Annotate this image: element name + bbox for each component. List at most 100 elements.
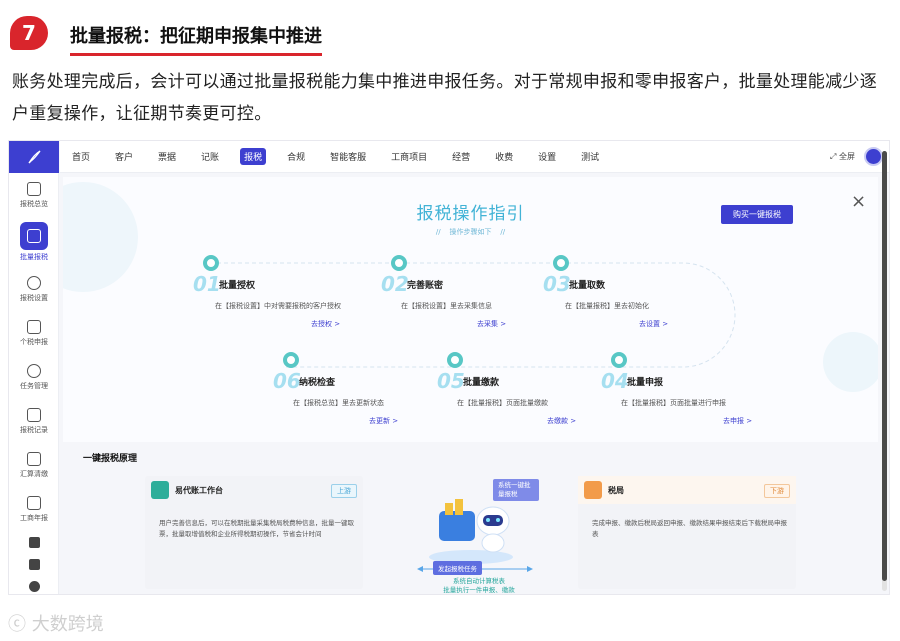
tax-bureau-icon	[584, 481, 602, 499]
sidebar-item-batch-tax[interactable]: 批量报税	[9, 217, 59, 267]
step-number: 05	[437, 369, 465, 393]
feather-logo-icon	[151, 481, 169, 499]
buy-one-click-button[interactable]: 购买一键报税	[721, 205, 793, 224]
report-icon	[27, 495, 41, 510]
step-description: 在【批量报税】里去初始化	[565, 302, 649, 310]
sidebar-extra-3[interactable]	[9, 575, 59, 594]
sidebar-item-label: 汇算清缴	[20, 469, 48, 478]
section-body: 账务处理完成后，会计可以通过批量报税能力集中推进申报任务。对于常规申报和零申报客…	[12, 72, 877, 124]
step-title: 纳税检查	[299, 378, 336, 388]
sidebar-item-tax-settings[interactable]: 报税设置	[9, 267, 59, 311]
vertical-scrollbar[interactable]	[882, 151, 887, 591]
nav-home[interactable]: 首页	[68, 148, 94, 165]
sidebar-extra-1[interactable]	[9, 531, 59, 553]
sidebar-item-annual-report[interactable]: 工商年报	[9, 487, 59, 531]
upstream-tag: 上游	[331, 484, 357, 498]
nav-settings[interactable]: 设置	[534, 148, 560, 165]
sidebar-item-label: 报税总览	[20, 199, 48, 208]
step-number: 02	[381, 272, 409, 296]
card-header: 税局 下游	[578, 476, 796, 504]
sidebar-item-label: 报税设置	[20, 293, 48, 302]
sidebar-item-task-management[interactable]: 任务管理	[9, 355, 59, 399]
grid-icon	[27, 451, 41, 466]
section-title: 批量报税：把征期申报集中推进	[70, 22, 322, 56]
nav-customers[interactable]: 客户	[111, 148, 137, 165]
nav-operations[interactable]: 经营	[448, 148, 474, 165]
step-link[interactable]: 去授权 >	[311, 319, 340, 329]
step-number: 03	[543, 272, 571, 296]
tax-guide-panel: 报税操作指引 // 操作步骤如下 // 购买一键报税 × 01 批量授权 在【报…	[63, 177, 878, 442]
watermark-text: 大数跨境	[31, 614, 104, 635]
gear-icon	[27, 275, 41, 290]
step-description: 在【报税设置】里去采集信息	[401, 302, 492, 310]
share-icon	[27, 363, 41, 378]
step-number: 04	[601, 369, 629, 393]
sidebar-item-annual-settlement[interactable]: 汇算清缴	[9, 443, 59, 487]
step-node	[553, 255, 569, 271]
watermark: ⓒ 大数跨境	[8, 610, 104, 636]
step-description: 在【报税总览】里去更新状态	[293, 399, 384, 407]
step-link[interactable]: 去设置 >	[639, 319, 668, 329]
step-title: 完善账密	[407, 281, 444, 291]
nav-smart-service[interactable]: 智能客服	[326, 148, 370, 165]
robot-illustration: 系统一键批量报税 发起报税任务 系统自动计算税表 批量执行一件申报、缴款	[399, 471, 559, 594]
flow-text-2: 批量执行一件申报、缴款	[443, 586, 515, 594]
nav-billing[interactable]: 收费	[491, 148, 517, 165]
app-icon	[28, 536, 40, 548]
step-number: 06	[273, 369, 301, 393]
nav-bookkeeping[interactable]: 记账	[197, 148, 223, 165]
overview-icon	[27, 181, 41, 196]
close-icon[interactable]: ×	[851, 191, 866, 212]
article-header: 7 批量报税：把征期申报集中推进 账务处理完成后，会计可以通过批量报税能力集中推…	[0, 0, 900, 140]
monitor-icon	[28, 558, 40, 570]
sidebar-item-personal-tax[interactable]: 个税申报	[9, 311, 59, 355]
step-link[interactable]: 去缴款 >	[547, 416, 576, 426]
step-link[interactable]: 去采集 >	[477, 319, 506, 329]
section-number-badge: 7	[10, 16, 48, 50]
top-navigation: 首页 客户 票据 记账 报税 合规 智能客服 工商项目 经营 收费 设置 测试 …	[60, 141, 889, 173]
step-node	[447, 352, 463, 368]
sidebar-item-label: 工商年报	[20, 513, 48, 522]
nav-tax[interactable]: 报税	[240, 148, 267, 165]
sidebar: 报税总览 批量报税 报税设置 个税申报 任务管理 报税记录 汇算清缴 工商年报	[9, 141, 59, 594]
app-logo[interactable]	[9, 141, 59, 173]
fullscreen-button[interactable]: ⤢ 全屏	[830, 151, 855, 162]
sidebar-item-overview[interactable]: 报税总览	[9, 173, 59, 217]
app-window: 报税总览 批量报税 报税设置 个税申报 任务管理 报税记录 汇算清缴 工商年报	[8, 140, 890, 595]
step-node	[283, 352, 299, 368]
scrollbar-thumb[interactable]	[882, 151, 887, 581]
step-node	[203, 255, 219, 271]
record-icon	[27, 407, 41, 422]
sidebar-item-tax-records[interactable]: 报税记录	[9, 399, 59, 443]
card-body: 完成申报、缴款后税局返回申报、缴款结果申报结束后下载税局申报表	[592, 519, 787, 538]
card-header: 易代账工作台 上游	[145, 476, 363, 504]
card-name: 易代账工作台	[175, 486, 223, 495]
nav-compliance[interactable]: 合规	[283, 148, 309, 165]
service-icon	[28, 580, 40, 592]
step-description: 在【报税设置】中对需要报税的客户授权	[215, 302, 341, 310]
downstream-tag: 下游	[764, 484, 790, 498]
step-title: 批量取数	[569, 281, 606, 291]
step-node	[611, 352, 627, 368]
step-title: 批量授权	[219, 281, 256, 291]
guide-subtitle: // 操作步骤如下 //	[435, 228, 506, 236]
document-icon	[27, 319, 41, 334]
sidebar-extra-2[interactable]	[9, 553, 59, 575]
step-link[interactable]: 去更新 >	[369, 416, 398, 426]
sidebar-item-label: 批量报税	[20, 253, 48, 261]
guide-subtitle-text: 操作步骤如下	[449, 228, 492, 236]
card-body: 用户完善信息后，可以在税期批量采集税局税费种信息，批量一键取票，批量取增值税和企…	[159, 519, 354, 538]
flow-tag-mid: 发起报税任务	[433, 561, 482, 575]
downstream-card: 税局 下游 完成申报、缴款后税局返回申报、缴款结果申报结束后下载税局申报表	[578, 476, 796, 589]
nav-invoices[interactable]: 票据	[154, 148, 180, 165]
sidebar-item-label: 任务管理	[20, 381, 48, 390]
step-link[interactable]: 去申报 >	[723, 416, 752, 426]
step-description: 在【批量报税】页面批量进行申报	[621, 399, 726, 407]
principle-title: 一键报税原理	[83, 454, 138, 464]
nav-business-projects[interactable]: 工商项目	[387, 148, 431, 165]
avatar[interactable]	[864, 147, 883, 166]
step-node	[391, 255, 407, 271]
nav-test[interactable]: 测试	[577, 148, 603, 165]
step-title: 批量缴款	[463, 378, 500, 388]
sidebar-item-label: 报税记录	[20, 425, 48, 434]
